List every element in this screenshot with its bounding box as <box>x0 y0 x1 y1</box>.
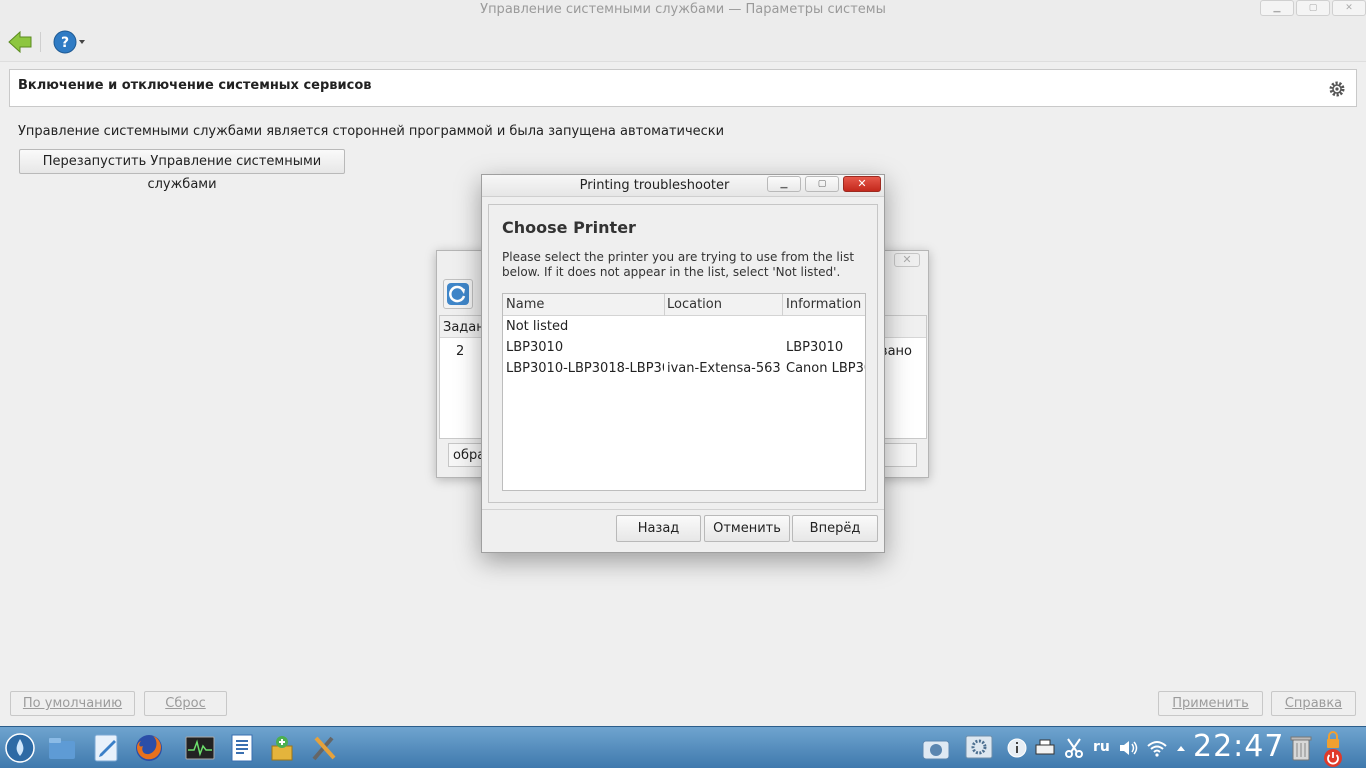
minimize-button[interactable]: ▁ <box>1260 0 1294 16</box>
power-icon[interactable] <box>1322 747 1344 768</box>
text-editor-icon[interactable] <box>90 732 122 764</box>
dialog-minimize-button[interactable]: ▁ <box>767 176 801 192</box>
toolbar: ? <box>0 22 1366 62</box>
printer-row-lbp3010[interactable]: LBP3010 LBP3010 <box>503 337 865 358</box>
gear-icon[interactable] <box>1328 80 1346 98</box>
column-information[interactable]: Information <box>786 297 861 312</box>
firefox-icon[interactable] <box>133 732 165 764</box>
module-header: Включение и отключение системных сервисо… <box>9 69 1357 107</box>
scissors-icon[interactable] <box>1063 737 1085 759</box>
close-button[interactable]: ✕ <box>1332 0 1366 16</box>
printer-list-header: Name Location Information <box>503 294 865 316</box>
apply-button[interactable]: Применить <box>1158 691 1263 716</box>
printer-information: LBP3010 <box>786 340 844 355</box>
window-titlebar[interactable]: Управление системными службами — Парамет… <box>0 0 1366 22</box>
maximize-button[interactable]: ▢ <box>1296 0 1330 16</box>
arrow-left-icon[interactable] <box>8 31 32 53</box>
column-divider <box>664 294 665 316</box>
column-location[interactable]: Location <box>667 297 722 312</box>
clock[interactable]: 22:47 <box>1193 729 1284 764</box>
back-button[interactable]: Назад <box>616 515 701 542</box>
tray-expand-icon[interactable] <box>1174 737 1188 759</box>
settings-icon[interactable] <box>963 732 995 764</box>
system-monitor-icon[interactable] <box>184 732 216 764</box>
reset-button[interactable]: Сброс <box>144 691 227 716</box>
help-icon[interactable]: ? <box>52 29 86 55</box>
column-divider <box>782 294 783 316</box>
apply-button-label: Применить <box>1172 696 1249 711</box>
printer-information: Canon LBP30 <box>786 361 865 376</box>
printing-troubleshooter-dialog: Printing troubleshooter ▁ ▢ ✕ Choose Pri… <box>481 174 885 553</box>
dialog-maximize-button[interactable]: ▢ <box>805 176 839 192</box>
svg-text:?: ? <box>61 35 69 51</box>
app-menu-icon[interactable] <box>4 732 36 764</box>
file-manager-icon[interactable] <box>46 732 78 764</box>
defaults-button[interactable]: По умолчанию <box>10 691 135 716</box>
dialog-close-button[interactable]: ✕ <box>843 176 881 192</box>
restart-button[interactable]: Перезапустить Управление системными служ… <box>19 149 345 192</box>
column-name[interactable]: Name <box>506 297 544 312</box>
screenshot-icon[interactable] <box>920 732 952 764</box>
dialog-description: Please select the printer you are trying… <box>502 250 855 279</box>
package-installer-icon[interactable] <box>266 732 298 764</box>
dialog-heading: Choose Printer <box>502 218 636 237</box>
printer-name: LBP3010 <box>506 340 564 355</box>
printer-location: ivan-Extensa-5635Z <box>667 361 781 376</box>
printer-row-not-listed[interactable]: Not listed <box>503 316 865 337</box>
printer-name: LBP3010-LBP3018-LBP3050 <box>506 361 664 376</box>
background-dialog-close-button[interactable]: ✕ <box>894 253 920 267</box>
printer-icon[interactable] <box>1034 737 1056 759</box>
document-icon[interactable] <box>226 732 258 764</box>
dialog-divider <box>482 509 884 510</box>
wifi-icon[interactable] <box>1146 737 1168 759</box>
tools-icon[interactable] <box>308 732 340 764</box>
taskbar: ru 22:47 <box>0 726 1366 768</box>
help-button[interactable]: Справка <box>1271 691 1356 716</box>
keyboard-layout-indicator[interactable]: ru <box>1093 739 1110 755</box>
info-icon[interactable] <box>1006 737 1028 759</box>
jobs-table-cell: 2 <box>456 344 465 359</box>
reset-button-label: Сброс <box>165 696 206 711</box>
refresh-button[interactable] <box>443 279 473 309</box>
dialog-titlebar[interactable]: Printing troubleshooter ▁ ▢ ✕ <box>482 175 884 197</box>
printer-row-lbp3010-lbp3018-lbp3050[interactable]: LBP3010-LBP3018-LBP3050 ivan-Extensa-563… <box>503 358 865 379</box>
printer-name: Not listed <box>506 319 569 334</box>
refresh-icon <box>447 283 469 305</box>
forward-button[interactable]: Вперёд <box>792 515 878 542</box>
window-title: Управление системными службами — Парамет… <box>480 2 886 17</box>
dialog-content: Choose Printer Please select the printer… <box>488 204 878 503</box>
trash-icon[interactable] <box>1285 732 1317 764</box>
cancel-button[interactable]: Отменить <box>704 515 790 542</box>
help-button-label: Справка <box>1284 696 1343 711</box>
info-text: Управление системными службами является … <box>18 124 725 139</box>
printer-list[interactable]: Name Location Information Not listed LBP… <box>502 293 866 491</box>
page-title: Включение и отключение системных сервисо… <box>18 78 372 93</box>
defaults-button-label: По умолчанию <box>22 696 123 711</box>
volume-icon[interactable] <box>1117 737 1139 759</box>
toolbar-separator <box>40 32 41 52</box>
